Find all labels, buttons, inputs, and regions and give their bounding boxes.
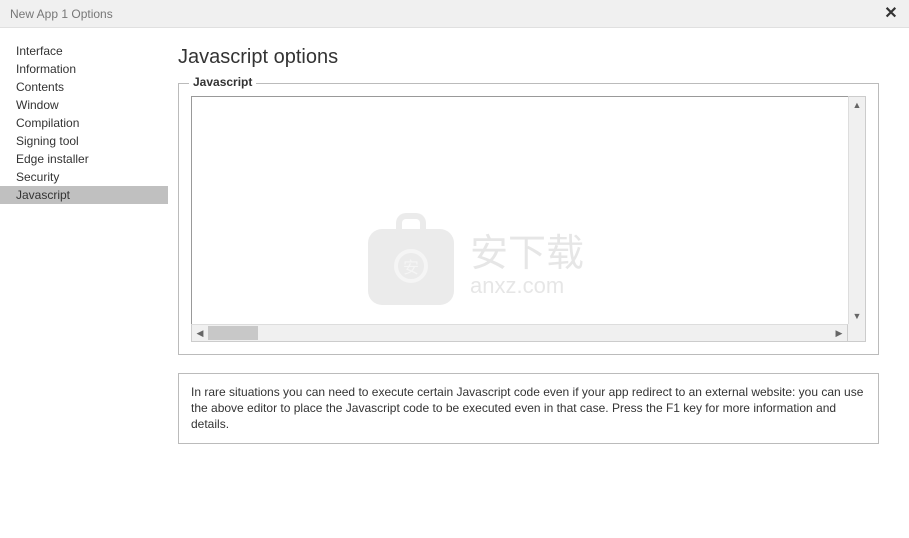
hscroll-thumb[interactable] (208, 326, 258, 340)
sidebar-item-javascript[interactable]: Javascript (0, 186, 168, 204)
vertical-scrollbar[interactable]: ▲ ▼ (848, 96, 866, 324)
scroll-down-icon[interactable]: ▼ (849, 308, 865, 324)
javascript-fieldset: Javascript ▲ ▼ ◀ ▶ (178, 83, 879, 355)
scroll-up-icon[interactable]: ▲ (849, 97, 865, 113)
window-title: New App 1 Options (10, 7, 113, 21)
sidebar-item-security[interactable]: Security (0, 168, 168, 186)
sidebar-item-window[interactable]: Window (0, 96, 168, 114)
sidebar-item-interface[interactable]: Interface (0, 42, 168, 60)
sidebar: Interface Information Contents Window Co… (0, 28, 168, 538)
horizontal-scrollbar[interactable]: ◀ ▶ (191, 324, 848, 342)
help-text: In rare situations you can need to execu… (191, 385, 863, 431)
hscroll-track[interactable] (208, 325, 831, 341)
sidebar-item-information[interactable]: Information (0, 60, 168, 78)
sidebar-item-contents[interactable]: Contents (0, 78, 168, 96)
titlebar: New App 1 Options ✕ (0, 0, 909, 28)
sidebar-item-edge-installer[interactable]: Edge installer (0, 150, 168, 168)
help-text-box: In rare situations you can need to execu… (178, 373, 879, 444)
close-icon[interactable]: ✕ (881, 6, 901, 22)
scroll-right-icon[interactable]: ▶ (831, 325, 847, 341)
javascript-editor[interactable] (191, 96, 848, 324)
main-panel: Javascript options Javascript ▲ ▼ ◀ (168, 28, 909, 538)
page-title: Javascript options (178, 46, 879, 69)
fieldset-legend: Javascript (189, 75, 256, 89)
editor-container: ▲ ▼ ◀ ▶ (191, 96, 866, 342)
scroll-corner (848, 324, 866, 342)
content-area: Interface Information Contents Window Co… (0, 28, 909, 538)
sidebar-item-signing-tool[interactable]: Signing tool (0, 132, 168, 150)
sidebar-item-compilation[interactable]: Compilation (0, 114, 168, 132)
scroll-left-icon[interactable]: ◀ (192, 325, 208, 341)
